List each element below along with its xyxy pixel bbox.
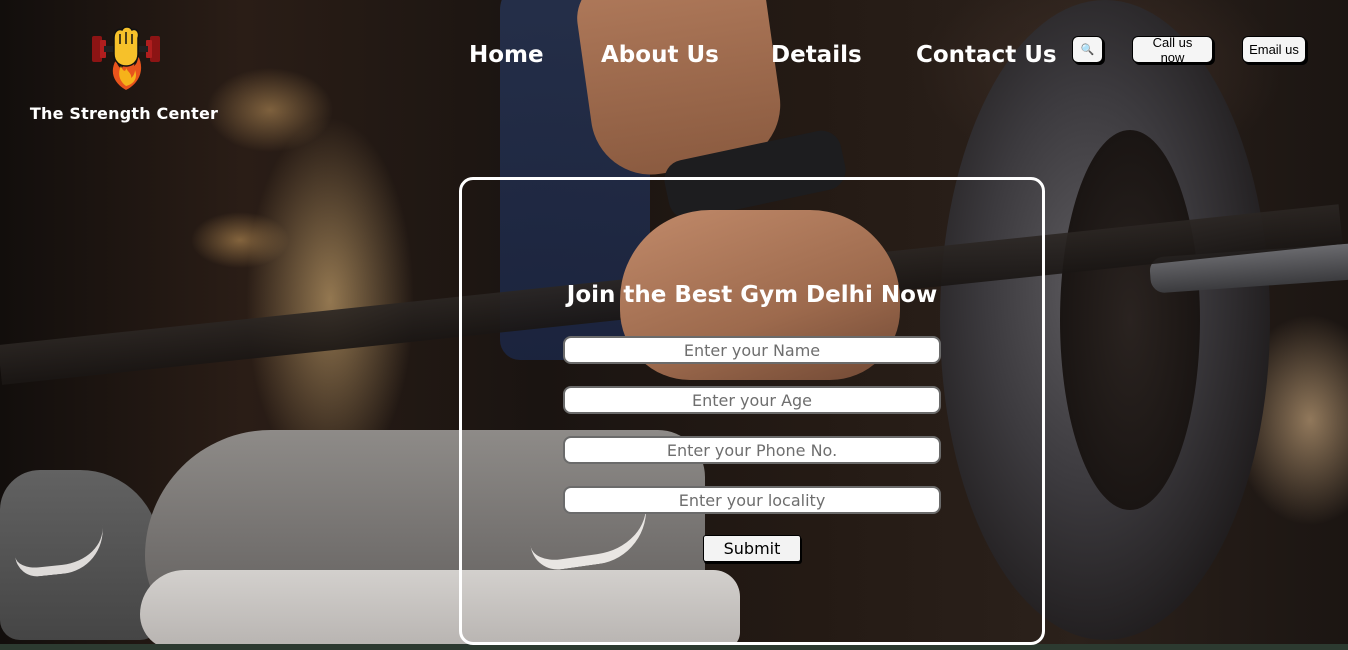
page: The Strength Center Home About Us Detail… bbox=[0, 0, 1348, 650]
nav-item-about-us[interactable]: About Us bbox=[601, 42, 719, 68]
email-us-button[interactable]: Email us bbox=[1242, 36, 1306, 63]
nav-item-contact-us[interactable]: Contact Us bbox=[916, 42, 1057, 68]
nav-item-home[interactable]: Home bbox=[469, 42, 544, 68]
weight-plate-hub bbox=[1060, 130, 1200, 510]
form-title: Join the Best Gym Delhi Now bbox=[566, 282, 938, 308]
submit-button[interactable]: Submit bbox=[703, 535, 801, 562]
nav-item-details[interactable]: Details bbox=[771, 42, 862, 68]
fist-dumbbell-flame-icon[interactable] bbox=[90, 20, 162, 92]
call-us-button[interactable]: Call us now bbox=[1132, 35, 1213, 65]
search-button[interactable]: 🔍 bbox=[1072, 36, 1103, 63]
age-input[interactable] bbox=[563, 386, 941, 414]
search-icon: 🔍 bbox=[1080, 44, 1095, 56]
name-input[interactable] bbox=[563, 336, 941, 364]
brand-name: The Strength Center bbox=[29, 104, 219, 123]
locality-input[interactable] bbox=[563, 486, 941, 514]
phone-input[interactable] bbox=[563, 436, 941, 464]
